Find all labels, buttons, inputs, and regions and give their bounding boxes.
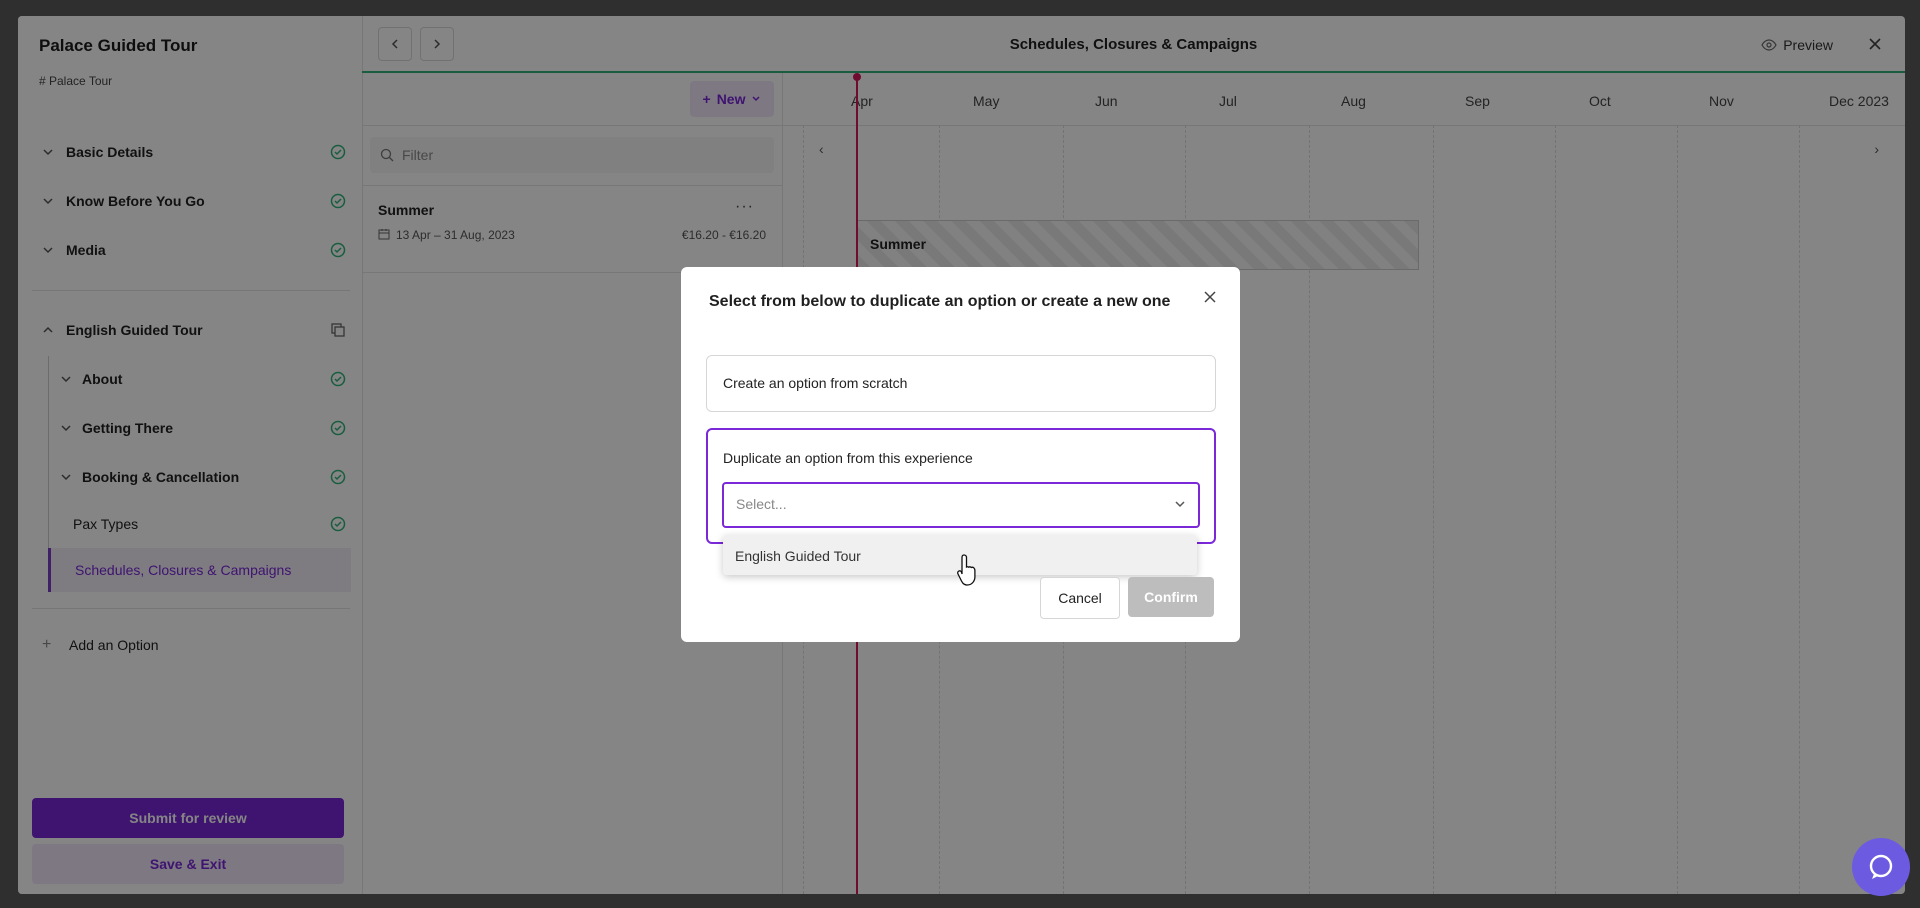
create-from-scratch-option[interactable]: Create an option from scratch (706, 355, 1216, 412)
hand-cursor-icon (957, 554, 976, 586)
duplicate-option-label: Duplicate an option from this experience (723, 450, 973, 466)
chat-icon (1869, 854, 1893, 879)
close-icon[interactable] (1202, 289, 1218, 305)
chat-widget-button[interactable] (1852, 838, 1910, 896)
confirm-button[interactable]: Confirm (1128, 577, 1214, 617)
chevron-down-icon (1175, 501, 1185, 508)
duplicate-option[interactable]: Duplicate an option from this experience… (706, 428, 1216, 544)
select-placeholder: Select... (736, 496, 787, 512)
option-select[interactable]: Select... (722, 482, 1200, 528)
create-from-scratch-label: Create an option from scratch (723, 375, 908, 391)
modal-title: Select from below to duplicate an option… (709, 293, 1171, 310)
cancel-button[interactable]: Cancel (1040, 577, 1120, 619)
dropdown-option-label: English Guided Tour (735, 548, 861, 564)
